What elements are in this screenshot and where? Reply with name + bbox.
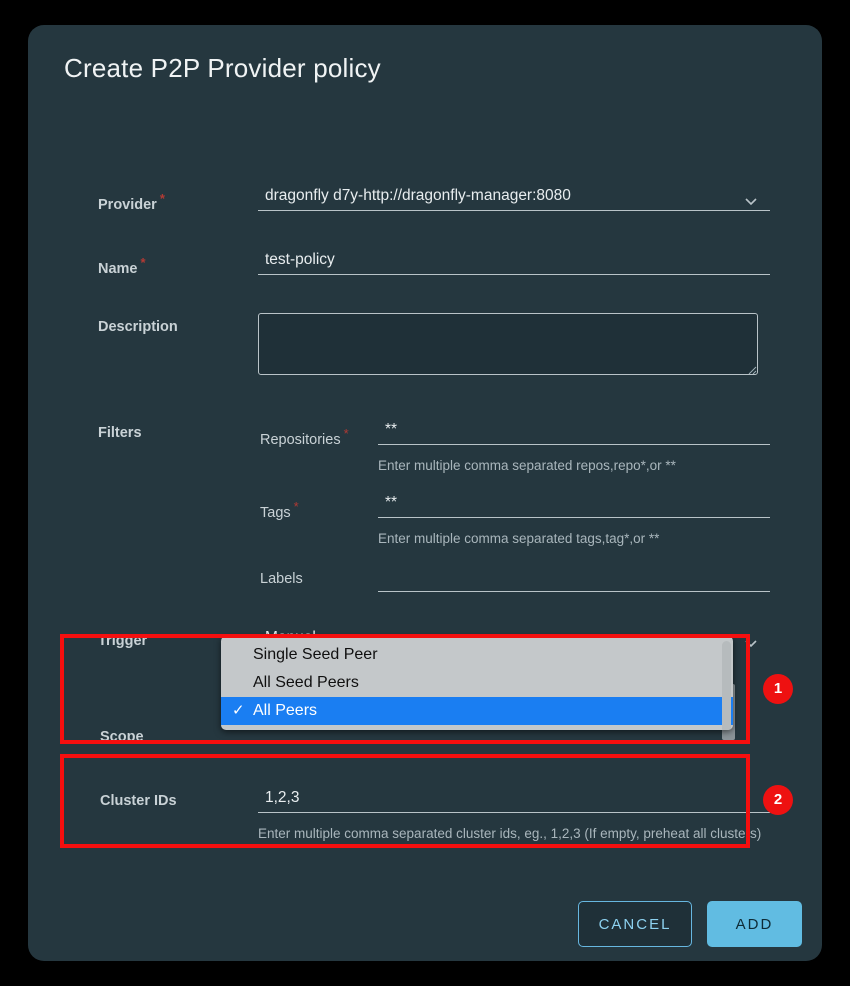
scope-menu-scrollbar[interactable] <box>722 641 731 730</box>
screen: Create P2P Provider policy Provider* Nam… <box>0 0 850 986</box>
tags-input[interactable] <box>378 494 770 518</box>
name-input[interactable] <box>258 251 770 275</box>
labels-label: Labels <box>260 571 303 587</box>
scope-menu-scrollbar-thumb[interactable] <box>722 641 731 730</box>
repositories-input[interactable] <box>378 421 770 445</box>
provider-label: Provider * <box>98 191 165 213</box>
description-label: Description <box>98 319 178 335</box>
filters-label: Filters <box>98 425 142 441</box>
tags-label: Tags * <box>260 499 299 521</box>
cluster-ids-hint: Enter multiple comma separated cluster i… <box>258 826 762 841</box>
annotation-badge-2: 2 <box>763 785 793 815</box>
scope-label-text: Scope <box>100 729 144 745</box>
repositories-hint: Enter multiple comma separated repos,rep… <box>378 458 676 473</box>
filters-label-text: Filters <box>98 425 142 441</box>
cluster-ids-label: Cluster IDs <box>100 793 177 809</box>
trigger-label: Trigger <box>98 633 147 649</box>
name-label-text: Name <box>98 260 138 277</box>
cancel-button[interactable]: CANCEL <box>578 901 692 947</box>
provider-required-asterisk: * <box>159 191 165 206</box>
labels-label-text: Labels <box>260 571 303 587</box>
create-p2p-provider-policy-dialog: Create P2P Provider policy Provider* Nam… <box>28 25 822 961</box>
trigger-label-text: Trigger <box>98 633 148 649</box>
repositories-label-text: Repositories <box>260 431 341 448</box>
name-label: Name * <box>98 255 146 277</box>
scope-option-label: All Seed Peers <box>253 674 359 691</box>
name-required-asterisk: * <box>140 255 146 270</box>
add-button[interactable]: ADD <box>707 901 802 947</box>
repositories-label: Repositories * <box>260 426 349 448</box>
repositories-required-asterisk: * <box>343 426 349 441</box>
description-textarea[interactable] <box>258 313 758 375</box>
scope-option-all-peers[interactable]: ✓ All Peers <box>221 697 733 725</box>
scope-option-label: All Peers <box>253 702 318 719</box>
tags-required-asterisk: * <box>293 499 299 514</box>
scope-option-label: Single Seed Peer <box>253 646 378 663</box>
scope-label: Scope <box>100 729 144 745</box>
page-title: Create P2P Provider policy <box>64 53 381 83</box>
check-icon: ✓ <box>232 702 245 719</box>
provider-label-text: Provider <box>98 196 157 213</box>
tags-label-text: Tags <box>260 504 291 521</box>
cluster-ids-label-text: Cluster IDs <box>100 793 177 809</box>
scope-option-all-seed-peers[interactable]: All Seed Peers <box>221 669 733 697</box>
annotation-badge-1: 1 <box>763 674 793 704</box>
labels-input[interactable] <box>378 568 770 592</box>
cluster-ids-input[interactable] <box>258 789 770 813</box>
scope-option-single-seed-peer[interactable]: Single Seed Peer <box>221 641 733 669</box>
tags-hint: Enter multiple comma separated tags,tag*… <box>378 531 660 546</box>
scope-dropdown-menu[interactable]: Single Seed Peer All Seed Peers ✓ All Pe… <box>221 636 733 730</box>
description-label-text: Description <box>98 319 178 335</box>
provider-select[interactable] <box>258 187 770 211</box>
